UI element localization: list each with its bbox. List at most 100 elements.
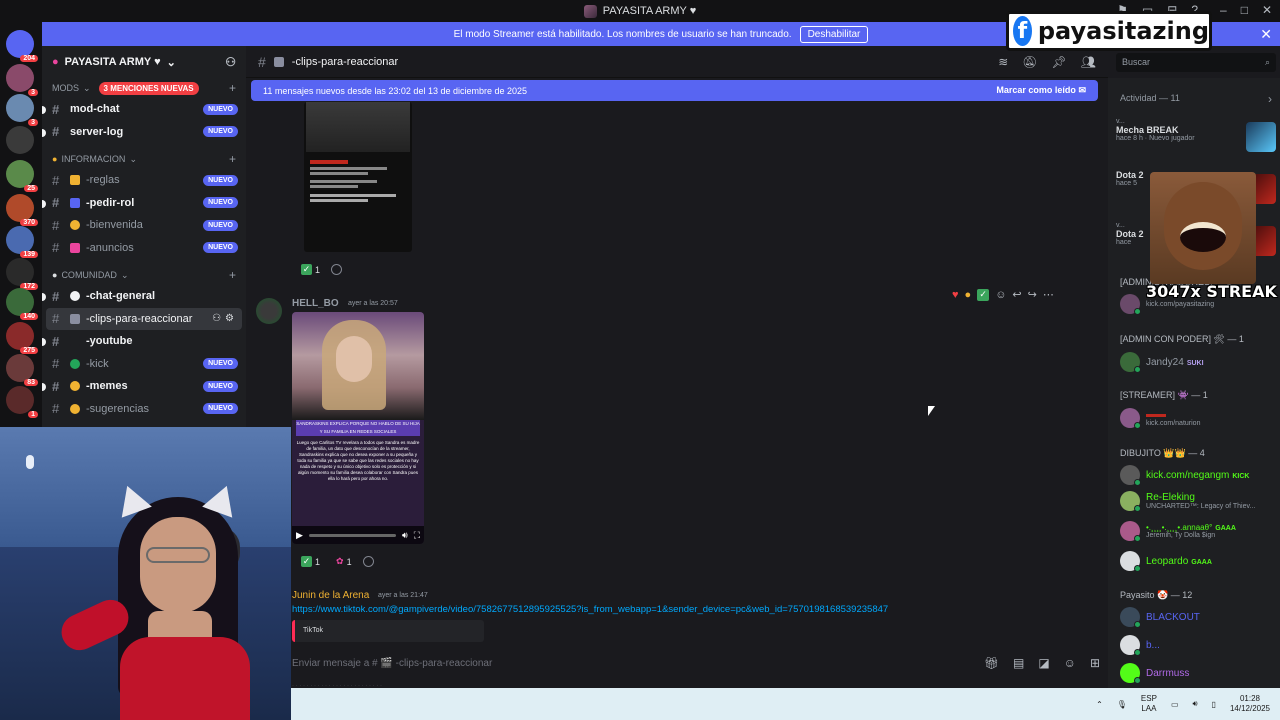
fullscreen-icon[interactable]: ⛶ [414,530,420,541]
member-item[interactable]: Re-Eleking UNCHARTED™: Legacy of Thiev... [1120,491,1255,512]
server-icon[interactable]: 25 [6,160,38,192]
tiktok-link[interactable]: https://www.tiktok.com/@gampiverde/video… [292,604,888,615]
search-input[interactable]: Buscar ⌕ [1116,53,1276,72]
volume-icon[interactable]: 🔊︎ [1193,699,1198,709]
add-reaction-icon[interactable] [362,556,374,567]
heart-reaction-icon[interactable]: ♥ [952,289,959,301]
server-icon[interactable]: 140 [6,288,38,320]
message-author[interactable]: HELL_BO [292,298,339,309]
gift-icon[interactable]: 🎁︎ [984,656,999,670]
hash-icon: # [52,378,60,394]
add-reaction-icon[interactable] [331,264,343,275]
server-header[interactable]: ● PAYASITA ARMY ♥ ⌄ ⚇ [42,46,246,78]
channel-pedir-rol[interactable]: # -pedir-rol NUEVO [42,192,246,215]
minimize-icon[interactable]: – [1220,3,1227,17]
avatar [1120,352,1141,373]
new-messages-banner[interactable]: 11 mensajes nuevos desde las 23:02 del 1… [251,80,1098,101]
message-composer[interactable]: Enviar mensaje a # 🎬 -clips-para-reaccio… [288,650,1100,676]
video-progress-bar[interactable] [308,533,397,537]
channel-chat-general[interactable]: # -chat-general [42,285,246,308]
clock[interactable]: 01:28 14/12/2025 [1230,694,1270,714]
maximize-icon[interactable]: □ [1241,3,1248,17]
add-channel-icon[interactable]: + [229,81,236,95]
tiktok-video-attachment[interactable]: SANDRASKINS EXPLICA PORQUE NO HABLO DE S… [292,312,424,544]
reaction-check[interactable]: ✓ 1 [296,262,325,277]
forward-icon[interactable]: ↪ [1028,288,1037,301]
play-icon[interactable]: ▶ [296,530,303,541]
sticker-icon[interactable]: ◪ [1038,656,1049,670]
member-item[interactable]: •.¸¸¸¸•.¸¸¸¸•.annaaθ° GAAA Jeremih, Ty Dol… [1120,521,1236,542]
member-item[interactable]: BLACKOUT [1120,607,1200,628]
invite-icon[interactable]: ⚇ [212,313,221,324]
threads-icon[interactable]: ≋ [998,55,1008,69]
gif-icon[interactable]: ▤ [1013,656,1024,670]
server-icon[interactable]: 370 [6,194,38,226]
member-item[interactable]: ▬▬ kick.com/naturion [1120,408,1200,429]
channel-kick[interactable]: # -kick NUEVO [42,353,246,376]
server-icon[interactable]: 172 [6,258,38,290]
member-item[interactable]: Jandy24 SUKI [1120,352,1204,373]
server-icon[interactable] [6,126,34,154]
member-name: kick.com/negangm [1146,469,1230,481]
server-icon[interactable]: 1 [6,386,38,418]
member-item[interactable]: kick.com/negangm KICK [1120,465,1250,486]
category-informacion[interactable]: ● INFORMACION ⌄ + [42,149,246,169]
pin-icon[interactable]: 📌︎ [1052,55,1067,69]
disable-streamer-button[interactable]: Deshabilitar [799,25,869,43]
microphone-icon[interactable]: 🎙︎ [1117,700,1127,709]
channel-clips-para-reaccionar[interactable]: # -clips-para-reaccionar ⚇ ⚙ [46,307,242,330]
more-options-icon[interactable]: ⋯ [1043,288,1054,301]
mute-bell-icon[interactable]: 🔕︎ [1022,55,1037,69]
member-list-icon[interactable]: 👥︎ [1081,55,1096,69]
network-icon[interactable]: ▭ [1171,700,1179,709]
channel-bienvenida[interactable]: # -bienvenida NUEVO [42,214,246,237]
mark-as-read-button[interactable]: Marcar como leído ✉︎ [996,85,1086,96]
chevron-up-icon[interactable]: ⌃ [1096,700,1103,709]
channel-mod-chat[interactable]: # mod-chat NUEVO [42,98,246,121]
link-embed[interactable]: TikTok [292,620,484,642]
laugh-reaction-icon[interactable]: ● [965,289,972,301]
member-item[interactable]: Leopardo GAAA [1120,551,1212,572]
reply-icon[interactable]: ↩ [1012,288,1021,301]
emoji-icon[interactable]: ☺ [1064,656,1076,670]
add-reaction-icon[interactable]: ☺ [995,289,1006,301]
channel-server-log[interactable]: # server-log NUEVO [42,121,246,144]
category-comunidad[interactable]: ● COMUNIDAD ⌄ + [42,265,246,285]
check-reaction-icon[interactable]: ✓ [977,288,990,301]
channel-reglas[interactable]: # -reglas NUEVO [42,169,246,192]
member-item[interactable]: Darrmuss [1120,663,1189,684]
close-banner-icon[interactable]: ✕ [1260,26,1272,43]
chevron-right-icon[interactable]: › [1268,92,1272,106]
server-icon[interactable]: 83 [6,354,38,386]
channel-memes[interactable]: # -memes NUEVO [42,375,246,398]
avatar[interactable] [256,298,282,324]
server-icon[interactable]: 3 [6,64,38,96]
volume-icon[interactable]: 🔊︎ [402,530,408,541]
reaction-custom[interactable]: ✿ 1 [331,554,357,569]
invite-people-icon[interactable]: ⚇ [225,55,236,69]
reaction-check[interactable]: ✓ 1 [296,554,325,569]
server-icon[interactable]: 139 [6,226,38,258]
channel-anuncios[interactable]: # -anuncios NUEVO [42,237,246,260]
apps-icon[interactable]: ⊞ [1090,656,1100,670]
image-attachment[interactable] [304,102,412,252]
online-status-icon [1134,677,1141,684]
server-icon[interactable]: 3 [6,94,38,126]
language-indicator[interactable]: ESP LAA [1141,694,1157,714]
mentions-badge[interactable]: 3 MENCIONES NUEVAS [98,81,199,95]
streamer-face [140,517,216,613]
new-badge: NUEVO [203,242,238,254]
direct-messages-icon[interactable]: 204 [6,30,38,62]
gear-icon[interactable]: ⚙ [225,313,234,324]
server-icon[interactable]: 275 [6,322,38,354]
member-item[interactable]: b... [1120,635,1160,656]
category-mods[interactable]: MODS ⌄ 3 MENCIONES NUEVAS + [42,78,246,98]
activity-card[interactable]: v... Mecha BREAK hace 8 h · Nuevo jugado… [1116,118,1276,152]
add-channel-icon[interactable]: + [229,152,236,166]
close-window-icon[interactable]: ✕ [1262,3,1272,17]
add-channel-icon[interactable]: + [229,268,236,282]
channel-sugerencias[interactable]: # -sugerencias NUEVO [42,398,246,421]
message-author[interactable]: Junin de la Arena [292,590,369,601]
battery-icon[interactable]: ▯ [1212,700,1216,709]
channel-youtube[interactable]: # -youtube [42,330,246,353]
